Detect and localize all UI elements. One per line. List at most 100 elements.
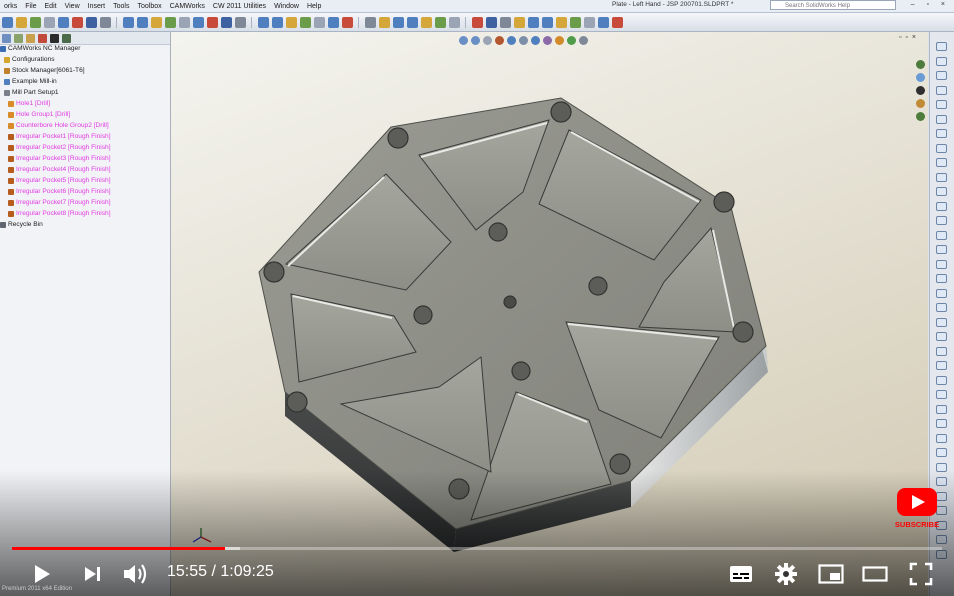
- toolbar-button-icon[interactable]: [85, 16, 97, 28]
- sketch-tool-icon[interactable]: [936, 187, 947, 196]
- toolbar-button-icon[interactable]: [71, 16, 83, 28]
- view-tool-icon[interactable]: [542, 35, 552, 45]
- octagonal-plate-model[interactable]: [171, 32, 928, 596]
- sketch-tool-icon[interactable]: [936, 375, 947, 385]
- toolbar-button-icon[interactable]: [448, 16, 460, 28]
- toolbar-button-icon[interactable]: [434, 16, 446, 28]
- tree-node[interactable]: Hole1 [Drill]: [8, 99, 50, 108]
- toolbar-button-icon[interactable]: [206, 16, 218, 28]
- subtitles-button[interactable]: [729, 563, 753, 585]
- toolbar-button-icon[interactable]: [569, 16, 581, 28]
- toolbar-button-icon[interactable]: [485, 16, 497, 28]
- sketch-tool-icon[interactable]: [936, 143, 947, 153]
- toolbar-button-icon[interactable]: [392, 16, 404, 28]
- sketch-tool-icon[interactable]: [936, 477, 947, 486]
- menu-item-cw-utilities[interactable]: CW 2011 Utilities: [209, 3, 270, 10]
- toolbar-button-icon[interactable]: [178, 16, 190, 28]
- toolbar-button-icon[interactable]: [527, 16, 539, 28]
- toolbar-button-icon[interactable]: [164, 16, 176, 28]
- tree-node[interactable]: Example Mill-in: [4, 77, 57, 86]
- toolbar-button-icon[interactable]: [378, 16, 390, 28]
- sketch-tool-icon[interactable]: [936, 201, 947, 211]
- sketch-tool-icon[interactable]: [936, 259, 947, 269]
- tree-node[interactable]: Stock Manager[6061-T6]: [4, 66, 85, 75]
- menu-item-toolbox[interactable]: Toolbox: [133, 3, 165, 10]
- tree-node[interactable]: Irregular Pocket2 [Rough Finish]: [8, 143, 111, 152]
- sketch-tool-icon[interactable]: [936, 230, 947, 240]
- toolbar-button-icon[interactable]: [597, 16, 609, 28]
- tree-node[interactable]: Hole Group1 [Drill]: [8, 110, 70, 119]
- sketch-tool-icon[interactable]: [936, 288, 947, 298]
- toolbar-button-icon[interactable]: [313, 16, 325, 28]
- sketch-tool-icon[interactable]: [936, 361, 947, 370]
- toolbar-button-icon[interactable]: [122, 16, 134, 28]
- search-help-input[interactable]: Search SolidWorks Help: [770, 0, 896, 10]
- menu-item-camworks[interactable]: CAMWorks: [166, 3, 209, 10]
- sketch-tool-icon[interactable]: [936, 274, 947, 283]
- toolbar-button-icon[interactable]: [1, 16, 13, 28]
- menu-item-help[interactable]: Help: [303, 3, 325, 10]
- sketch-tool-icon[interactable]: [936, 448, 947, 457]
- view-tool-icon[interactable]: [494, 35, 504, 45]
- toolbar-button-icon[interactable]: [15, 16, 27, 28]
- sketch-tool-icon[interactable]: [936, 100, 947, 109]
- menu-item-insert[interactable]: Insert: [84, 3, 110, 10]
- camworks-feature-tab-icon[interactable]: [50, 33, 59, 43]
- sketch-tool-icon[interactable]: [936, 390, 947, 399]
- toolbar-button-icon[interactable]: [327, 16, 339, 28]
- sketch-tool-icon[interactable]: [936, 158, 947, 167]
- subscribe-watermark[interactable]: SUBSCRIBE: [893, 486, 941, 534]
- tree-node[interactable]: Irregular Pocket8 [Rough Finish]: [8, 209, 111, 218]
- feature-manager-tab-icon[interactable]: [2, 33, 11, 43]
- sketch-tool-icon[interactable]: [936, 172, 947, 182]
- toolbar-button-icon[interactable]: [583, 16, 595, 28]
- tree-node[interactable]: Counterbore Hole Group2 [Drill]: [8, 121, 109, 130]
- view-tool-icon[interactable]: [578, 35, 588, 45]
- toolbar-button-icon[interactable]: [364, 16, 376, 28]
- sketch-tool-icon[interactable]: [936, 114, 947, 124]
- menu-item-app[interactable]: orks: [0, 3, 21, 10]
- sketch-tool-icon[interactable]: [936, 462, 947, 472]
- tree-node[interactable]: Irregular Pocket7 [Rough Finish]: [8, 198, 111, 207]
- tree-node[interactable]: Mill Part Setup1: [4, 88, 59, 97]
- toolbar-button-icon[interactable]: [341, 16, 353, 28]
- toolbar-button-icon[interactable]: [271, 16, 283, 28]
- view-tool-icon[interactable]: [518, 35, 528, 45]
- menu-item-edit[interactable]: Edit: [41, 3, 61, 10]
- sketch-tool-icon[interactable]: [936, 317, 947, 327]
- toolbar-button-icon[interactable]: [43, 16, 55, 28]
- camworks-command-icon[interactable]: [916, 60, 925, 69]
- toolbar-button-icon[interactable]: [257, 16, 269, 28]
- viewport-window-controls[interactable]: ▫▫×: [899, 34, 920, 41]
- menu-item-window[interactable]: Window: [270, 3, 303, 10]
- camworks-operation-tab-icon[interactable]: [62, 33, 71, 43]
- toolbar-button-icon[interactable]: [234, 16, 246, 28]
- menu-item-tools[interactable]: Tools: [109, 3, 133, 10]
- tree-node[interactable]: Irregular Pocket6 [Rough Finish]: [8, 187, 111, 196]
- property-manager-tab-icon[interactable]: [14, 33, 23, 43]
- toolbar-button-icon[interactable]: [555, 16, 567, 28]
- sketch-tool-icon[interactable]: [936, 216, 947, 225]
- toolbar-button-icon[interactable]: [220, 16, 232, 28]
- toolbar-button-icon[interactable]: [192, 16, 204, 28]
- miniplayer-button[interactable]: [818, 563, 844, 585]
- sketch-tool-icon[interactable]: [936, 346, 947, 356]
- tree-node[interactable]: CAMWorks NC Manager: [0, 44, 80, 53]
- sketch-tool-icon[interactable]: [936, 419, 947, 428]
- sketch-tool-icon[interactable]: [936, 535, 947, 544]
- toolbar-button-icon[interactable]: [285, 16, 297, 28]
- view-tool-icon[interactable]: [506, 35, 516, 45]
- toolbar-button-icon[interactable]: [57, 16, 69, 28]
- view-tool-icon[interactable]: [566, 35, 576, 45]
- fullscreen-button[interactable]: [909, 562, 933, 586]
- settings-button[interactable]: [774, 562, 798, 586]
- toolbar-button-icon[interactable]: [406, 16, 418, 28]
- next-button[interactable]: [82, 562, 104, 586]
- toolbar-button-icon[interactable]: [150, 16, 162, 28]
- view-tool-icon[interactable]: [482, 35, 492, 45]
- sketch-tool-icon[interactable]: [936, 245, 947, 254]
- toolbar-button-icon[interactable]: [499, 16, 511, 28]
- sketch-tool-icon[interactable]: [936, 42, 947, 51]
- configuration-manager-tab-icon[interactable]: [26, 33, 35, 43]
- play-button[interactable]: [30, 562, 54, 586]
